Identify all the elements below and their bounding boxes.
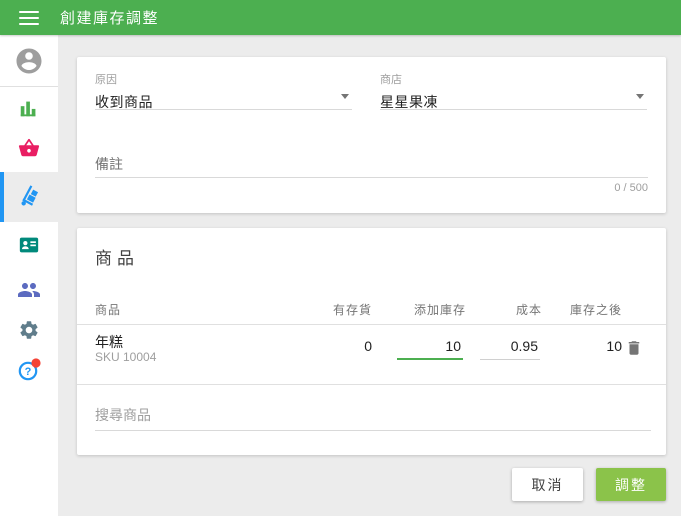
notification-dot — [31, 358, 40, 367]
chevron-down-icon — [341, 94, 349, 99]
items-card: 商品 商品 有存貨 添加庫存 成本 庫存之後 年糕 SKU 10004 0 10 — [77, 228, 666, 455]
page-title: 創建庫存調整 — [60, 7, 159, 28]
gear-icon — [18, 319, 40, 341]
adjustment-details-card: 原因 收到商品 商店 星星果凍 0 / 500 — [77, 57, 666, 213]
search-field-wrap — [95, 395, 651, 431]
note-field-wrap: 0 / 500 — [95, 151, 648, 178]
app-header: 創建庫存調整 — [0, 0, 681, 35]
trash-icon — [625, 338, 643, 358]
store-select[interactable]: 商店 星星果凍 — [380, 71, 647, 110]
col-header-cost: 成本 — [472, 301, 542, 318]
adjust-button[interactable]: 調整 — [596, 468, 666, 501]
store-value: 星星果凍 — [380, 92, 647, 112]
table-row: 年糕 SKU 10004 0 10 — [77, 325, 666, 385]
people-icon — [17, 278, 41, 302]
contact-card-icon — [18, 234, 40, 256]
sidebar-item-customers[interactable] — [0, 223, 58, 267]
delete-item-button[interactable] — [624, 338, 644, 360]
col-header-in-stock: 有存貨 — [292, 301, 372, 318]
reason-select[interactable]: 原因 收到商品 — [95, 71, 352, 110]
sidebar-item-help[interactable]: ? — [0, 348, 58, 392]
sidebar-item-settings[interactable] — [0, 308, 58, 352]
sidebar-item-employees[interactable] — [0, 268, 58, 312]
sidebar-item-account[interactable] — [0, 39, 58, 83]
hand-truck-icon — [19, 185, 43, 209]
note-char-counter: 0 / 500 — [614, 182, 648, 194]
col-header-add-stock: 添加庫存 — [377, 301, 466, 318]
menu-icon[interactable] — [19, 11, 39, 25]
reason-label: 原因 — [95, 71, 352, 87]
items-card-title: 商品 — [95, 244, 139, 269]
basket-icon — [18, 137, 40, 159]
cost-input[interactable] — [480, 335, 540, 360]
reason-value: 收到商品 — [95, 92, 352, 112]
search-items-input[interactable] — [95, 395, 651, 431]
note-input[interactable] — [95, 151, 648, 178]
sidebar-item-reports[interactable] — [0, 86, 58, 130]
bar-chart-icon — [18, 97, 40, 119]
sidebar: ? — [0, 35, 58, 516]
col-header-stock-after: 庫存之後 — [542, 301, 622, 318]
col-header-item: 商品 — [95, 301, 285, 318]
item-in-stock: 0 — [292, 338, 372, 354]
chevron-down-icon — [636, 94, 644, 99]
svg-text:?: ? — [25, 366, 32, 378]
item-stock-after: 10 — [542, 338, 622, 354]
sidebar-item-items[interactable] — [0, 126, 58, 170]
sidebar-item-inventory[interactable] — [0, 172, 58, 222]
help-icon: ? — [16, 357, 42, 383]
item-name: 年糕 — [95, 332, 123, 352]
table-header-row: 商品 有存貨 添加庫存 成本 庫存之後 — [77, 288, 666, 325]
store-label: 商店 — [380, 71, 647, 87]
add-stock-input[interactable] — [397, 335, 463, 360]
item-sku: SKU 10004 — [95, 350, 156, 364]
account-icon — [14, 46, 44, 76]
cancel-button[interactable]: 取消 — [512, 468, 583, 501]
